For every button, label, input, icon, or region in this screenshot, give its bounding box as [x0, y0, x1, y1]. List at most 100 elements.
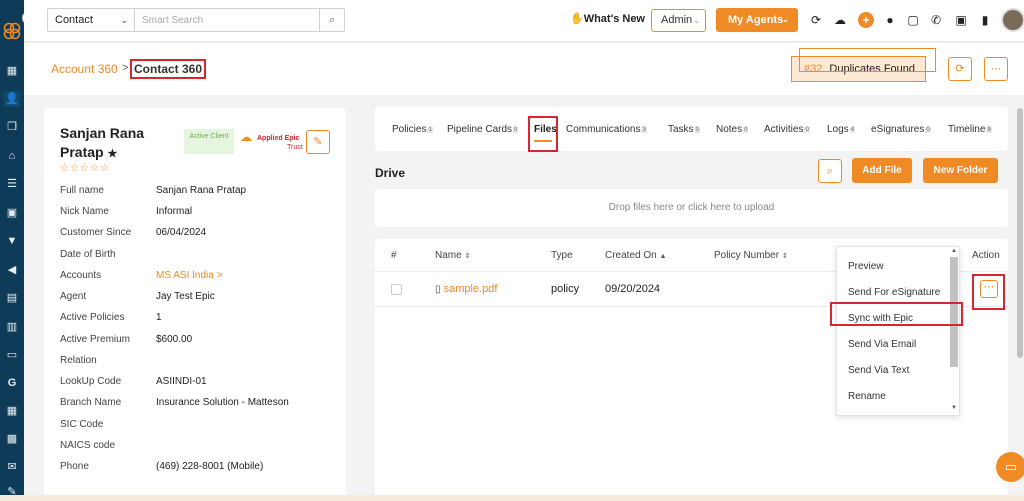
page-scrollbar[interactable] [1017, 108, 1023, 358]
tab-timeline[interactable]: Timeline 9 [948, 124, 992, 135]
col-policy-number[interactable]: Policy Number ⇕ [714, 250, 788, 261]
rating-stars[interactable]: ☆☆☆☆☆ [60, 163, 110, 174]
notification-icon[interactable]: ▢ [905, 12, 921, 28]
tab-label: Timeline [948, 124, 986, 135]
tab-count: 0 [513, 127, 519, 133]
tab-tasks[interactable]: Tasks 0 [668, 124, 700, 135]
my-agents-button[interactable]: My Agents ⌄ [716, 8, 798, 32]
bell-icon[interactable]: ● [882, 12, 898, 28]
field-active-policies: Active Policies 1 [60, 312, 346, 328]
file-created-on: 09/20/2024 [605, 283, 661, 295]
admin-select[interactable]: Admin ⌄ [651, 9, 706, 32]
sort-icon: ⇕ [781, 253, 788, 260]
menu-item-preview[interactable]: Preview [848, 261, 884, 272]
phone-icon[interactable]: ✆ [928, 12, 944, 28]
menu-item-send-via-email[interactable]: Send Via Email [848, 339, 916, 350]
more-options-button[interactable]: ⋯ [984, 57, 1008, 81]
smart-search: Contact ⌄ ⌕ [47, 8, 345, 32]
list-icon[interactable]: ☰ [4, 176, 20, 192]
field-label: Active Policies [60, 312, 125, 323]
tab-count: 9 [986, 127, 992, 133]
chip-icon[interactable]: ▣ [953, 12, 969, 28]
sort-icon: ⇕ [464, 253, 471, 260]
tab-communications[interactable]: Communications 3 [566, 124, 647, 135]
document-icon[interactable]: ▤ [4, 290, 20, 306]
upload-dropzone[interactable]: Drop files here or click here to upload [375, 189, 1008, 227]
refresh-icon[interactable]: ⟳ [808, 12, 824, 28]
search-input[interactable] [136, 9, 319, 31]
duplicates-found-button[interactable]: #32 Duplicates Found [791, 56, 926, 82]
row-actions-menu: Preview Send For eSignature Sync with Ep… [836, 246, 960, 416]
tab-logs[interactable]: Logs 4 [827, 124, 856, 135]
tab-pipeline-cards[interactable]: Pipeline Cards 0 [447, 124, 519, 135]
tab-esignatures[interactable]: eSignatures 0 [871, 124, 931, 135]
field-label: LookUp Code [60, 376, 122, 387]
col-action: Action [972, 250, 1000, 261]
copy-icon[interactable]: ❐ [4, 119, 20, 135]
breadcrumb-account-360[interactable]: Account 360 [51, 62, 118, 76]
calculator-icon[interactable]: ▦ [4, 403, 20, 419]
add-file-button[interactable]: Add File [852, 158, 912, 183]
menu-item-rename[interactable]: Rename [848, 391, 886, 402]
search-icon[interactable]: ⌕ [319, 9, 344, 31]
megaphone-icon[interactable]: ◀ [4, 262, 20, 278]
menu-item-send-for-esignature[interactable]: Send For eSignature [848, 287, 940, 298]
tab-activities[interactable]: Activities 0 [764, 124, 810, 135]
col-name[interactable]: Name ⇕ [435, 250, 470, 261]
chat-button[interactable]: ▭ [996, 452, 1024, 482]
star-icon: ★ [107, 148, 118, 160]
col-created-label: Created On [605, 250, 657, 261]
pdf-icon: ▯ [435, 284, 441, 295]
analytics-icon[interactable]: ▥ [4, 319, 20, 335]
left-rail: ▦ 👤 ❐ ⌂ ☰ ▣ ▼ ◀ ▤ ▥ ▭ G ▦ ▩ ✉ ✎ [0, 0, 24, 501]
contacts-icon[interactable]: 👤 [4, 91, 20, 107]
file-name: sample.pdf [443, 283, 498, 295]
device-icon[interactable]: ▮ [977, 12, 993, 28]
search-scope-select[interactable]: Contact ⌄ [48, 9, 135, 31]
field-label: Branch Name [60, 397, 122, 408]
field-naics-code: NAICS code [60, 440, 346, 456]
new-folder-button[interactable]: New Folder [923, 158, 998, 183]
plus-icon[interactable]: + [858, 12, 874, 28]
scroll-down-icon[interactable]: ▼ [951, 405, 957, 411]
epic-badge-sub: Trust [287, 144, 303, 151]
user-avatar[interactable] [1001, 8, 1024, 32]
file-link[interactable]: ▯ sample.pdf [435, 283, 497, 295]
search-files-button[interactable]: ⌕ [818, 159, 842, 183]
col-policy-label: Policy Number [714, 250, 780, 261]
field-customer-since: Customer Since 06/04/2024 [60, 227, 346, 243]
top-bar: Contact ⌄ ⌕ ✋What's New Admin ⌄ My Agent… [24, 0, 1024, 42]
tab-count: 0 [743, 127, 749, 133]
row-checkbox[interactable] [391, 284, 402, 295]
google-icon[interactable]: G [4, 375, 20, 391]
edit-contact-button[interactable]: ✎ [306, 130, 330, 154]
app-logo[interactable] [3, 22, 21, 40]
field-relation: Relation [60, 355, 346, 371]
refresh-button[interactable]: ⟳ [948, 57, 972, 81]
folder-icon[interactable]: ▭ [4, 347, 20, 363]
col-created-on[interactable]: Created On ▲ [605, 250, 666, 261]
chevron-down-icon: ⌄ [782, 15, 789, 24]
tab-notes[interactable]: Notes 0 [716, 124, 749, 135]
filter-icon[interactable]: ▼ [4, 233, 20, 249]
accounts-link[interactable]: MS ASI India > [156, 270, 222, 281]
field-nick-name: Nick Name Informal [60, 206, 346, 222]
tab-label: Notes [716, 124, 743, 135]
institution-icon[interactable]: ⌂ [4, 148, 20, 164]
whats-new-link[interactable]: ✋What's New [570, 12, 645, 25]
dashboard-icon[interactable]: ▦ [4, 63, 20, 79]
field-value: Informal [156, 206, 193, 217]
id-card-icon[interactable]: ▣ [4, 205, 20, 221]
menu-item-send-via-text[interactable]: Send Via Text [848, 365, 909, 376]
field-label: NAICS code [60, 440, 116, 451]
hand-icon: ✋ [570, 13, 584, 25]
calendar-icon[interactable]: ▩ [4, 431, 20, 447]
field-agent: Agent Jay Test Epic [60, 291, 346, 307]
breadcrumb-separator: > [122, 62, 129, 74]
cloud-sync-icon[interactable]: ☁ [832, 12, 848, 28]
applied-epic-badge: ☁ Applied Epic Trust [240, 130, 304, 152]
tab-count: 0 [694, 127, 700, 133]
tab-policies[interactable]: Policies 1 [392, 124, 433, 135]
mail-icon[interactable]: ✉ [4, 459, 20, 475]
scroll-up-icon[interactable]: ▲ [951, 248, 957, 254]
